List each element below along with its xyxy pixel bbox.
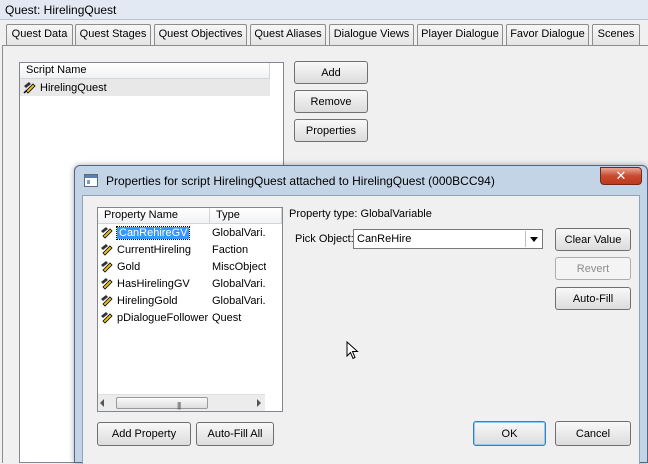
property-icon bbox=[101, 261, 113, 273]
chevron-down-icon bbox=[530, 236, 538, 242]
dialog-client-area: Property Name Type CanRehireGV GlobalVar… bbox=[82, 195, 640, 464]
ok-button[interactable]: OK bbox=[473, 421, 546, 446]
script-icon bbox=[23, 82, 36, 94]
property-row[interactable]: HasHirelingGV GlobalVari... bbox=[98, 275, 282, 292]
script-list-item[interactable]: HirelingQuest bbox=[20, 79, 270, 96]
property-name: CanRehireGV bbox=[115, 225, 191, 240]
script-name: HirelingQuest bbox=[40, 81, 107, 94]
window-title: Quest: HirelingQuest bbox=[5, 3, 117, 17]
column-header-script-name[interactable]: Script Name bbox=[20, 63, 270, 79]
property-list[interactable]: Property Name Type CanRehireGV GlobalVar… bbox=[97, 207, 283, 412]
pick-object-value: CanReHire bbox=[357, 233, 412, 245]
property-type: GlobalVari... bbox=[212, 277, 266, 290]
dropdown-arrow[interactable] bbox=[525, 231, 542, 247]
column-header-type[interactable]: Type bbox=[210, 208, 282, 224]
close-icon: ✕ bbox=[615, 168, 627, 183]
dialog-title: Properties for script HirelingQuest atta… bbox=[106, 174, 495, 188]
property-icon bbox=[101, 227, 113, 239]
property-icon bbox=[101, 312, 113, 324]
close-button[interactable]: ✕ bbox=[600, 167, 642, 185]
add-property-button[interactable]: Add Property bbox=[97, 422, 191, 446]
tab-quest-aliases[interactable]: Quest Aliases bbox=[250, 24, 326, 45]
property-icon bbox=[101, 244, 113, 256]
add-script-button[interactable]: Add bbox=[294, 61, 368, 84]
remove-script-button[interactable]: Remove bbox=[294, 90, 368, 113]
property-row[interactable]: pDialogueFollower Quest bbox=[98, 309, 282, 326]
property-name: Gold bbox=[117, 260, 141, 273]
tab-player-dialogue[interactable]: Player Dialogue bbox=[417, 24, 503, 45]
auto-fill-all-button[interactable]: Auto-Fill All bbox=[196, 422, 274, 446]
property-type: Quest bbox=[212, 311, 242, 324]
scroll-right-icon[interactable] bbox=[257, 399, 261, 407]
mouse-cursor-icon bbox=[346, 341, 359, 360]
horizontal-scrollbar[interactable]: ||| bbox=[98, 394, 265, 411]
pick-object-combobox[interactable]: CanReHire bbox=[353, 229, 543, 249]
property-row[interactable]: CanRehireGV GlobalVari... bbox=[98, 224, 282, 241]
property-type: GlobalVari... bbox=[212, 294, 266, 307]
properties-dialog: Properties for script HirelingQuest atta… bbox=[74, 165, 648, 464]
scroll-thumb[interactable]: ||| bbox=[116, 397, 208, 410]
tab-quest-data[interactable]: Quest Data bbox=[6, 24, 73, 45]
tab-quest-objectives[interactable]: Quest Objectives bbox=[154, 24, 247, 45]
clear-value-button[interactable]: Clear Value bbox=[555, 228, 631, 251]
auto-fill-button[interactable]: Auto-Fill bbox=[555, 287, 631, 310]
pick-object-label: Pick Object: bbox=[295, 233, 354, 245]
property-row[interactable]: CurrentHireling Faction bbox=[98, 241, 282, 258]
tab-quest-stages[interactable]: Quest Stages bbox=[75, 24, 151, 45]
tab-scenes[interactable]: Scenes bbox=[592, 24, 640, 45]
property-name: pDialogueFollower bbox=[117, 311, 209, 324]
property-row[interactable]: HirelingGold GlobalVari... bbox=[98, 292, 282, 309]
window-title-bar: Quest: HirelingQuest bbox=[0, 0, 648, 20]
property-name: HirelingGold bbox=[117, 294, 178, 307]
cancel-button[interactable]: Cancel bbox=[555, 421, 631, 446]
dialog-title-bar[interactable]: Properties for script HirelingQuest atta… bbox=[75, 166, 647, 195]
property-icon bbox=[101, 278, 113, 290]
scroll-grip: ||| bbox=[177, 401, 181, 410]
column-header-property-name[interactable]: Property Name bbox=[98, 208, 210, 224]
tab-favor-dialogue[interactable]: Favor Dialogue bbox=[506, 24, 589, 45]
revert-button[interactable]: Revert bbox=[555, 257, 631, 280]
window-app-icon[interactable] bbox=[84, 174, 98, 187]
property-name: CurrentHireling bbox=[117, 243, 191, 256]
property-row[interactable]: Gold MiscObject bbox=[98, 258, 282, 275]
property-icon bbox=[101, 295, 113, 307]
properties-button[interactable]: Properties bbox=[294, 119, 368, 142]
scroll-left-icon[interactable] bbox=[100, 399, 104, 407]
property-type: Faction bbox=[212, 243, 249, 256]
property-type-label: Property type: GlobalVariable bbox=[289, 208, 432, 220]
property-type: MiscObject bbox=[212, 260, 266, 273]
property-name: HasHirelingGV bbox=[117, 277, 190, 290]
tab-dialogue-views[interactable]: Dialogue Views bbox=[329, 24, 414, 45]
property-type: GlobalVari... bbox=[212, 226, 266, 239]
